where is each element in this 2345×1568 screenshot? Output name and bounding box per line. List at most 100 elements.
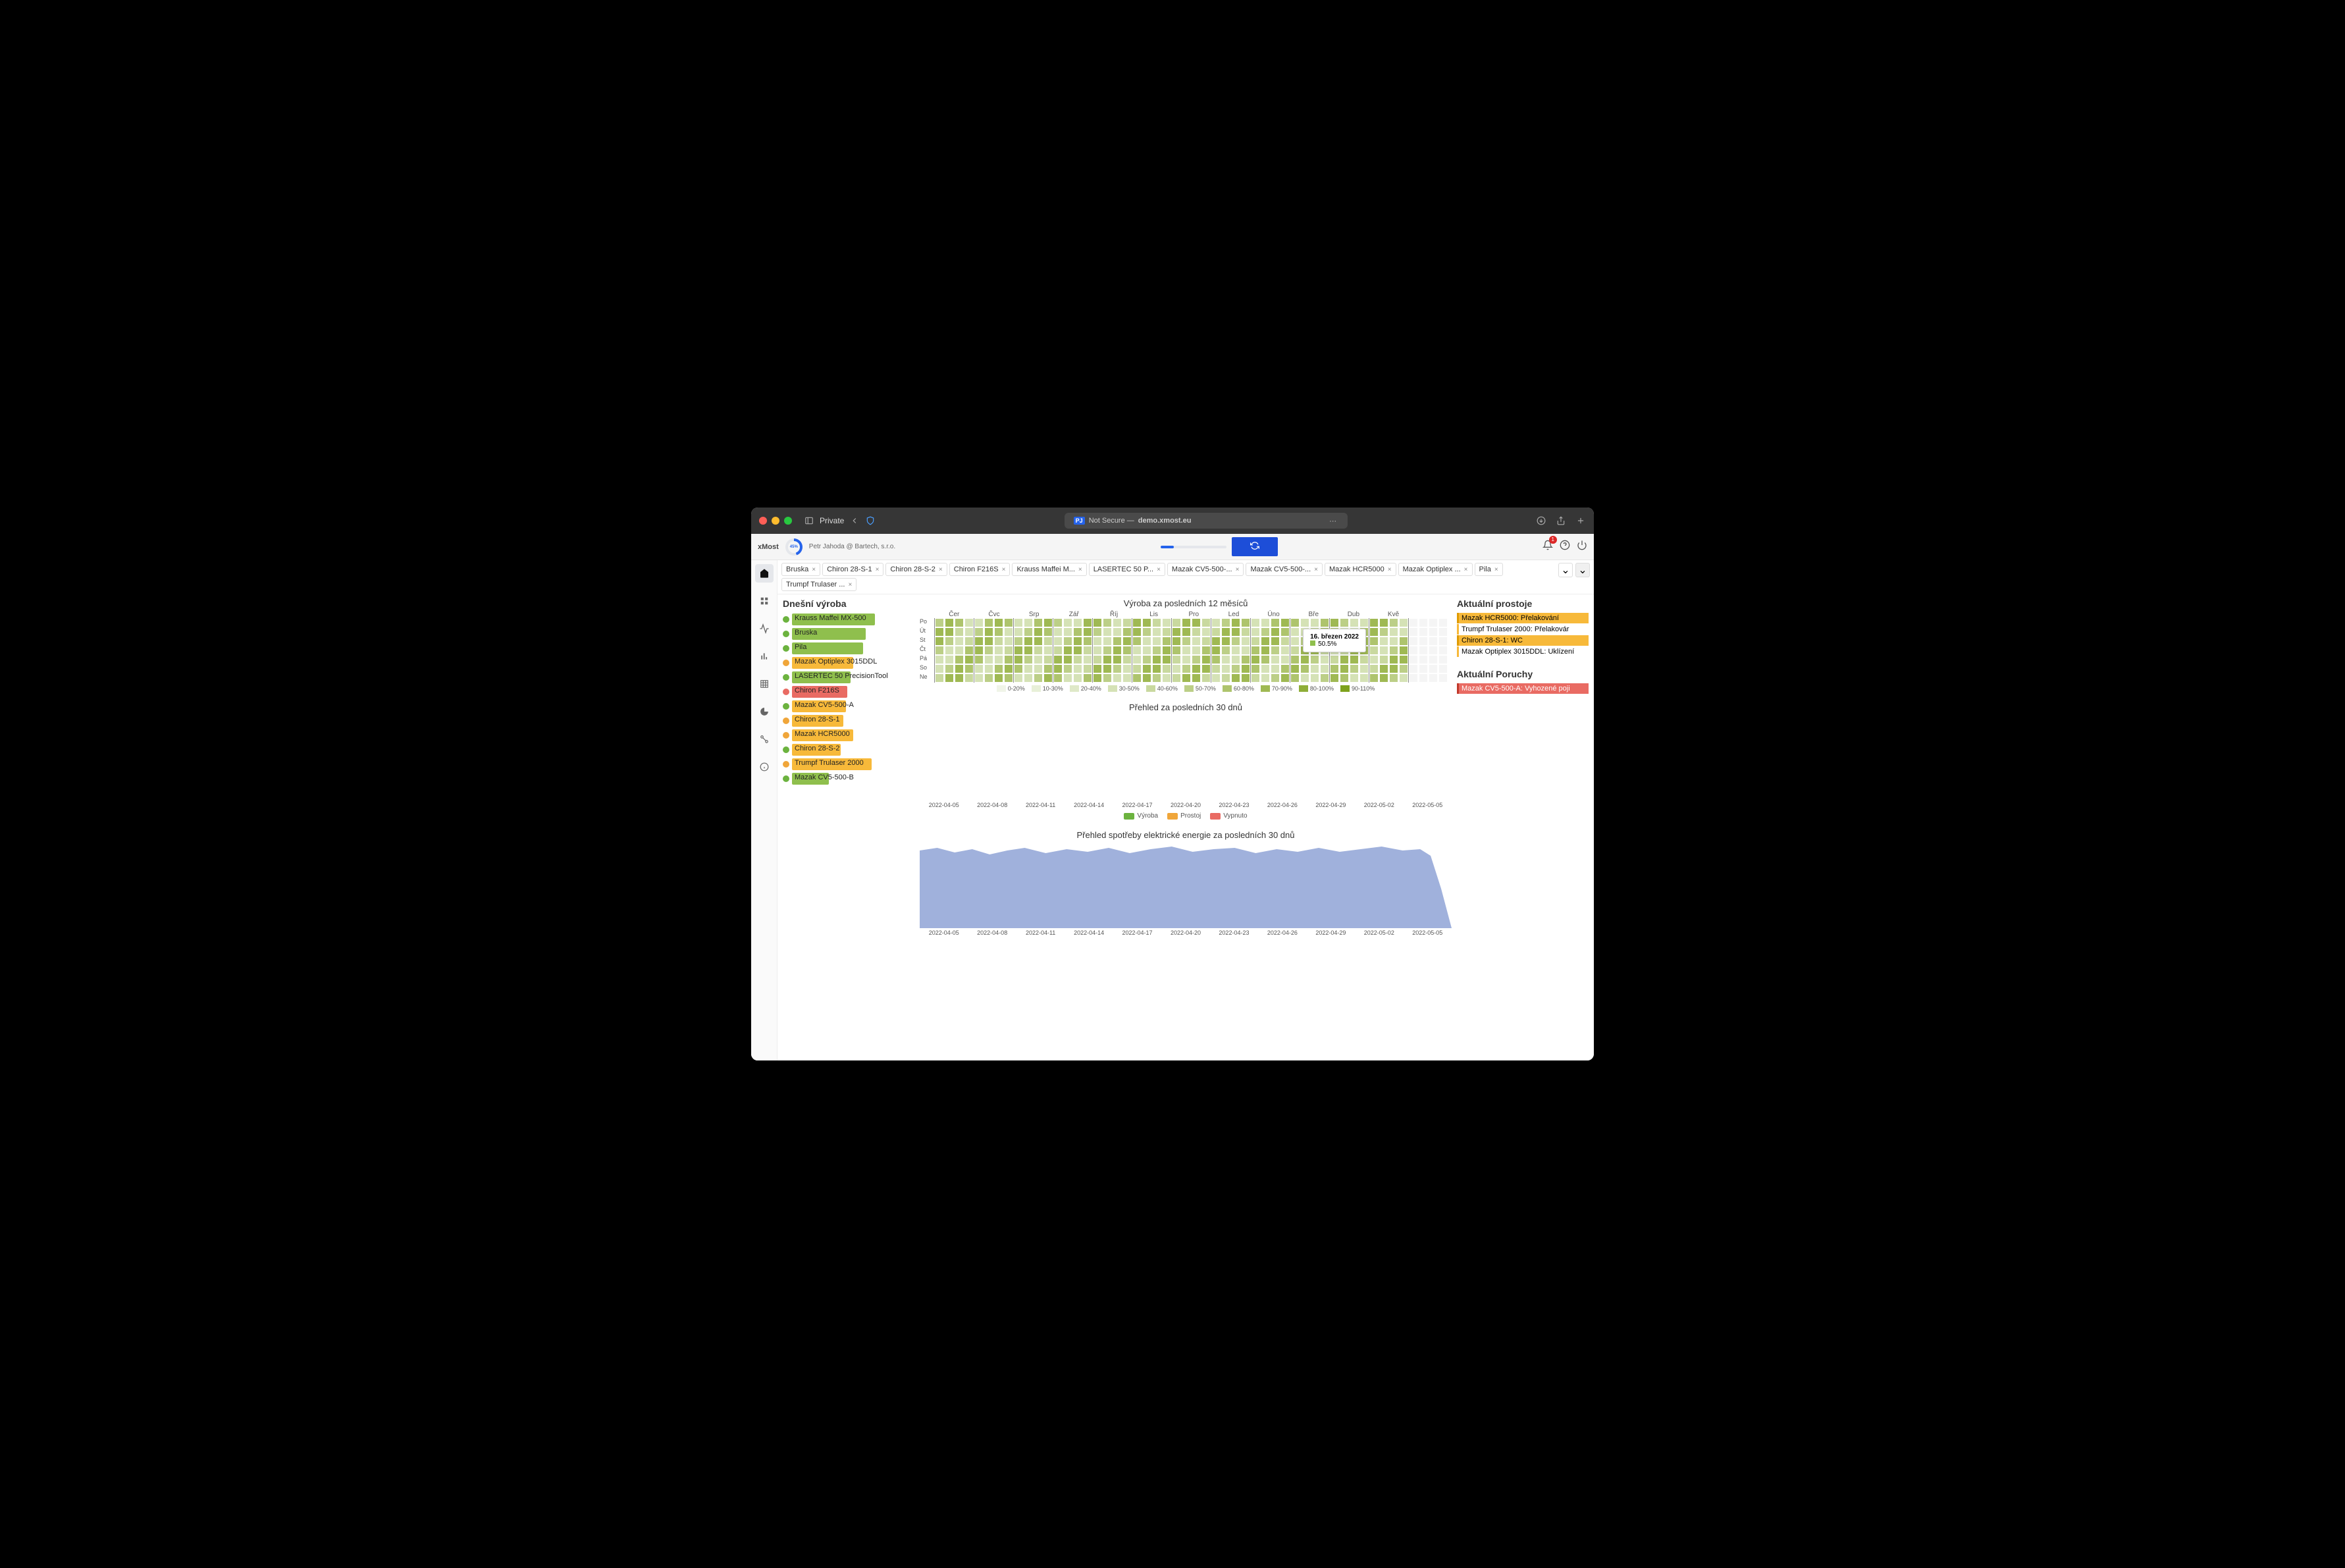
heatmap-cell[interactable] xyxy=(1310,664,1319,673)
tab-4[interactable]: Krauss Maffei M...× xyxy=(1012,563,1086,576)
heatmap-cell[interactable] xyxy=(1231,673,1240,683)
heatmap-cell[interactable] xyxy=(964,646,974,655)
heatmap-cell[interactable] xyxy=(1429,655,1438,664)
heatmap-cell[interactable] xyxy=(1438,655,1448,664)
heatmap-cell[interactable] xyxy=(1162,673,1171,683)
heatmap-cell[interactable] xyxy=(984,673,993,683)
heatmap-cell[interactable] xyxy=(1330,673,1339,683)
heatmap-cell[interactable] xyxy=(1034,664,1043,673)
heatmap-cell[interactable] xyxy=(1280,637,1290,646)
heatmap-cell[interactable] xyxy=(1024,655,1033,664)
heatmap-cell[interactable] xyxy=(1369,664,1379,673)
heatmap-cell[interactable] xyxy=(1310,618,1319,627)
heatmap-cell[interactable] xyxy=(1409,655,1418,664)
heatmap-cell[interactable] xyxy=(1043,655,1053,664)
heatmap-cell[interactable] xyxy=(1429,664,1438,673)
heatmap-cell[interactable] xyxy=(1172,627,1181,637)
heatmap-cell[interactable] xyxy=(1063,673,1072,683)
heatmap-cell[interactable] xyxy=(1043,673,1053,683)
heatmap-cell[interactable] xyxy=(1034,627,1043,637)
heatmap-cell[interactable] xyxy=(1034,637,1043,646)
heatmap-cell[interactable] xyxy=(1152,664,1161,673)
new-tab-icon[interactable] xyxy=(1575,515,1586,526)
heatmap-cell[interactable] xyxy=(1290,664,1300,673)
heatmap-cell[interactable] xyxy=(1142,627,1151,637)
nav-info[interactable] xyxy=(755,758,774,776)
tab-5[interactable]: LASERTEC 50 P...× xyxy=(1089,563,1165,576)
tab-0[interactable]: Bruska× xyxy=(781,563,820,576)
heatmap-cell[interactable] xyxy=(1113,637,1122,646)
heatmap-cell[interactable] xyxy=(1182,664,1191,673)
heatmap-cell[interactable] xyxy=(1103,627,1112,637)
heatmap-cell[interactable] xyxy=(1053,655,1063,664)
heatmap-cell[interactable] xyxy=(1132,618,1142,627)
heatmap-cell[interactable] xyxy=(1192,637,1201,646)
heatmap-cell[interactable] xyxy=(1320,655,1329,664)
heatmap-cell[interactable] xyxy=(1172,664,1181,673)
heatmap-cell[interactable] xyxy=(1113,618,1122,627)
heatmap-cell[interactable] xyxy=(1389,664,1398,673)
heatmap-cell[interactable] xyxy=(1310,673,1319,683)
heatmap-cell[interactable] xyxy=(1162,637,1171,646)
heatmap-cell[interactable] xyxy=(1359,664,1369,673)
heatmap-cell[interactable] xyxy=(1320,664,1329,673)
heatmap-cell[interactable] xyxy=(1093,673,1102,683)
tab-close-icon[interactable]: × xyxy=(939,566,943,573)
download-icon[interactable] xyxy=(1536,515,1546,526)
maximize-window[interactable] xyxy=(784,517,792,525)
status-item[interactable]: Mazak HCR5000: Přelakování xyxy=(1457,613,1589,623)
heatmap-cell[interactable] xyxy=(1024,618,1033,627)
tab-3[interactable]: Chiron F216S× xyxy=(949,563,1011,576)
heatmap-cell[interactable] xyxy=(1369,627,1379,637)
heatmap-cell[interactable] xyxy=(1369,655,1379,664)
heatmap-cell[interactable] xyxy=(1221,637,1230,646)
heatmap-cell[interactable] xyxy=(964,627,974,637)
heatmap-cell[interactable] xyxy=(1192,618,1201,627)
heatmap-cell[interactable] xyxy=(1083,655,1092,664)
heatmap-cell[interactable] xyxy=(974,646,984,655)
heatmap-cell[interactable] xyxy=(1419,637,1428,646)
heatmap-cell[interactable] xyxy=(1172,673,1181,683)
heatmap-cell[interactable] xyxy=(1083,637,1092,646)
heatmap-cell[interactable] xyxy=(1043,618,1053,627)
tab-9[interactable]: Mazak Optiplex ...× xyxy=(1398,563,1473,576)
heatmap-cell[interactable] xyxy=(1201,618,1211,627)
heatmap-cell[interactable] xyxy=(1014,627,1023,637)
heatmap-cell[interactable] xyxy=(1063,646,1072,655)
heatmap-cell[interactable] xyxy=(1271,618,1280,627)
heatmap-cell[interactable] xyxy=(1034,655,1043,664)
heatmap-cell[interactable] xyxy=(1221,664,1230,673)
heatmap-cell[interactable] xyxy=(1251,637,1260,646)
heatmap-cell[interactable] xyxy=(1231,664,1240,673)
heatmap-cell[interactable] xyxy=(1389,655,1398,664)
production-row[interactable]: Mazak Optiplex 3015DDL xyxy=(783,656,914,669)
heatmap-cell[interactable] xyxy=(1438,618,1448,627)
heatmap-cell[interactable] xyxy=(1251,646,1260,655)
heatmap-cell[interactable] xyxy=(1201,655,1211,664)
heatmap-cell[interactable] xyxy=(935,646,944,655)
heatmap-cell[interactable] xyxy=(1399,673,1408,683)
heatmap-cell[interactable] xyxy=(1231,646,1240,655)
heatmap-cell[interactable] xyxy=(1132,627,1142,637)
heatmap-cell[interactable] xyxy=(1122,664,1132,673)
heatmap-cell[interactable] xyxy=(1231,655,1240,664)
heatmap-cell[interactable] xyxy=(984,637,993,646)
heatmap-cell[interactable] xyxy=(1043,664,1053,673)
status-item[interactable]: Mazak Optiplex 3015DDL: Uklízení xyxy=(1457,646,1589,657)
heatmap-cell[interactable] xyxy=(994,655,1003,664)
heatmap-cell[interactable] xyxy=(1014,637,1023,646)
heatmap-cell[interactable] xyxy=(1231,618,1240,627)
heatmap-cell[interactable] xyxy=(1261,673,1270,683)
heatmap-cell[interactable] xyxy=(984,627,993,637)
sidebar-toggle-icon[interactable] xyxy=(804,515,814,526)
heatmap-cell[interactable] xyxy=(1103,664,1112,673)
heatmap-cell[interactable] xyxy=(1122,655,1132,664)
heatmap-cell[interactable] xyxy=(1073,618,1082,627)
heatmap-cell[interactable] xyxy=(1113,664,1122,673)
tab-close-icon[interactable]: × xyxy=(1236,566,1240,573)
tab-2[interactable]: Chiron 28-S-2× xyxy=(885,563,947,576)
nav-grid[interactable] xyxy=(755,592,774,610)
heatmap-cell[interactable] xyxy=(1053,673,1063,683)
heatmap-cell[interactable] xyxy=(1053,627,1063,637)
heatmap-cell[interactable] xyxy=(1024,673,1033,683)
